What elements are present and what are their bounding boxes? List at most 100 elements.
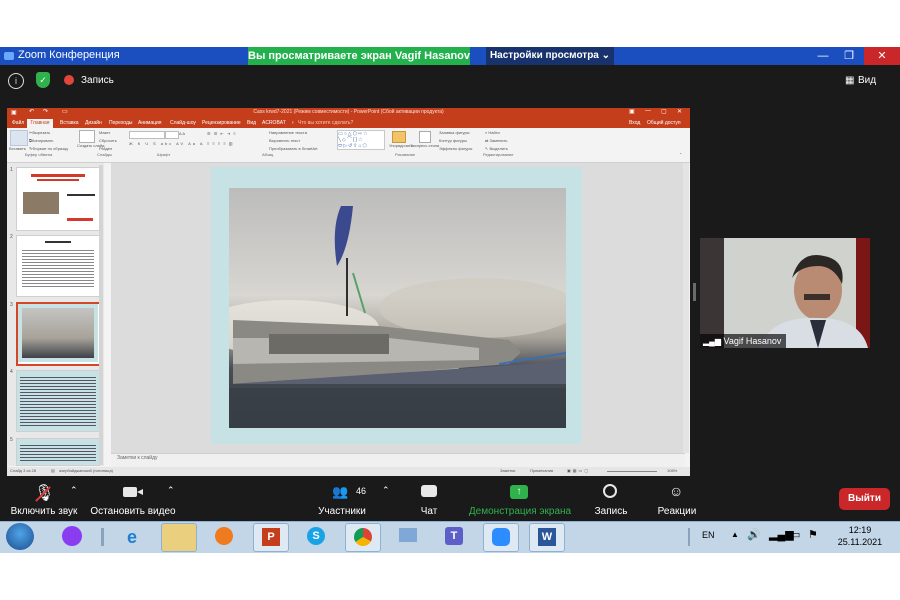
spellcheck-icon[interactable]: ▤ (51, 468, 55, 473)
align-text-button[interactable]: Выровнять текст (269, 138, 300, 143)
section-button[interactable]: Раздел (99, 146, 112, 151)
undo-icon[interactable]: ↶ (29, 108, 34, 115)
windows-start-icon[interactable] (6, 523, 34, 550)
quick-styles-label[interactable]: Экспресс-стили (410, 143, 439, 148)
close-window-button[interactable]: ✕ (864, 47, 900, 65)
font-format-buttons[interactable]: Ж К Ч S abc AV Aa A (129, 141, 205, 146)
tray-expand-icon[interactable]: ▲ (731, 530, 739, 539)
new-slide-icon[interactable] (79, 130, 95, 143)
taskbar-chrome-icon[interactable] (345, 523, 381, 552)
ribbon-options-icon[interactable]: ▣ (629, 108, 635, 115)
unmute-button-label[interactable]: Включить звук (0, 506, 88, 517)
notes-toggle[interactable]: Заметки (500, 468, 515, 473)
view-button[interactable]: Вид (858, 75, 876, 86)
share-screen-icon[interactable]: ↑ (510, 485, 528, 499)
slide-thumbnail-2[interactable] (16, 235, 100, 297)
slide-thumbnail-4[interactable] (16, 370, 100, 432)
language-indicator[interactable]: азербайджанский (латиница) (59, 468, 113, 473)
taskbar-alice-app[interactable] (55, 523, 89, 550)
paste-label[interactable]: Вставить (9, 146, 26, 151)
ppt-tell-me-search[interactable]: Что вы хотите сделать? (298, 120, 353, 126)
tab-insert[interactable]: Вставка (60, 120, 79, 126)
shape-outline-button[interactable]: Контур фигуры (439, 138, 467, 143)
copy-button[interactable]: ⧉Копировать (29, 138, 53, 143)
maximize-window-button[interactable]: ❐ (838, 47, 860, 65)
shapes-gallery[interactable]: ▭○△⬡⇨☆ ╲◇⌒{}☆ ⬭▷↺⇧⌂⬠ (337, 130, 385, 150)
ppt-share-button[interactable]: Общий доступ (647, 120, 681, 126)
ppt-close-icon[interactable]: ✕ (677, 108, 682, 115)
view-settings-button[interactable]: Настройки просмотра ⌄ (486, 47, 614, 65)
ppt-maximize-icon[interactable]: ▢ (661, 108, 667, 115)
slide-thumbnail-1[interactable] (16, 167, 100, 231)
taskbar-clock-time[interactable]: 12:19 (841, 525, 879, 535)
participants-icon[interactable]: 👥 (332, 484, 348, 500)
zoom-slider[interactable] (607, 471, 657, 472)
info-icon[interactable]: i (8, 73, 24, 89)
participant-video[interactable] (700, 238, 874, 348)
font-size-select[interactable] (165, 131, 179, 139)
stop-video-button-label[interactable]: Остановить видео (88, 506, 178, 517)
split-handle[interactable] (693, 283, 696, 301)
shape-fill-button[interactable]: Заливка фигуры (439, 130, 470, 135)
participants-options-chevron-icon[interactable]: ⌃ (382, 485, 390, 496)
share-screen-button-label[interactable]: Демонстрация экрана (464, 506, 576, 517)
record-button-icon[interactable] (603, 484, 617, 498)
comments-toggle[interactable]: Примечания (530, 468, 553, 473)
taskbar-powerpoint-icon[interactable]: P (253, 523, 289, 552)
arrange-icon[interactable] (392, 131, 406, 143)
chat-button-label[interactable]: Чат (410, 506, 448, 517)
quick-styles-icon[interactable] (419, 131, 431, 143)
tab-design[interactable]: Дизайн (85, 120, 102, 126)
tab-file[interactable]: Файл (12, 120, 24, 126)
tab-acrobat[interactable]: ACROBAT (262, 120, 286, 126)
shape-effects-button[interactable]: Эффекты фигуры (439, 146, 472, 151)
ppt-search-icon[interactable]: ♀ (291, 120, 295, 126)
taskbar-explorer-icon[interactable] (161, 523, 197, 552)
layout-button[interactable]: Макет (99, 130, 110, 135)
save-icon[interactable]: ▣ (11, 109, 17, 116)
tab-view[interactable]: Вид (247, 120, 256, 126)
volume-icon[interactable]: 🔊 (747, 528, 761, 541)
leave-meeting-button[interactable]: Выйти (839, 488, 890, 510)
tab-animation[interactable]: Анимация (138, 120, 161, 126)
catamaran-photo[interactable] (229, 188, 566, 428)
list-buttons[interactable]: ☰ ☰ ⇤ ⇥ ≡ (207, 131, 237, 136)
video-camera-icon[interactable] (123, 487, 137, 497)
notifications-icon[interactable]: ⚑ (808, 528, 818, 541)
record-button-label[interactable]: Запись (588, 506, 634, 517)
reset-button[interactable]: Сбросить (99, 138, 117, 143)
audio-options-chevron-icon[interactable]: ⌃ (70, 485, 78, 496)
select-button[interactable]: ↖ Выделить (485, 146, 508, 151)
font-grow-icon[interactable]: A A (179, 131, 185, 136)
shield-check-icon[interactable]: ✓ (36, 72, 50, 88)
zoom-percentage[interactable]: 106% (667, 468, 677, 473)
battery-icon[interactable]: ▭ (790, 528, 800, 541)
slide-thumbnail-3-selected[interactable] (16, 302, 102, 366)
slide-thumbnail-5[interactable] (16, 438, 100, 466)
smartart-button[interactable]: Преобразовать в SmartArt (269, 146, 318, 151)
record-status-label[interactable]: Запись (81, 75, 114, 86)
taskbar-teams-icon[interactable]: T (437, 523, 471, 550)
redo-icon[interactable]: ↷ (43, 108, 48, 115)
find-button[interactable]: ⌕ Найти (485, 130, 500, 135)
ppt-signin-link[interactable]: Вход (629, 120, 640, 126)
taskbar-zoom-icon[interactable] (483, 523, 519, 552)
view-mode-icons[interactable]: ▣▦▭▢ (567, 468, 590, 473)
reactions-button-label[interactable]: Реакции (652, 506, 702, 517)
chat-bubble-icon[interactable] (421, 485, 437, 497)
taskbar-word-icon[interactable]: W (529, 523, 565, 552)
participants-button-label[interactable]: Участники (309, 506, 375, 517)
thumbs-scrollbar[interactable] (99, 165, 103, 465)
taskbar-skype-icon[interactable]: S (299, 523, 333, 550)
tab-transitions[interactable]: Переходы (109, 120, 132, 126)
taskbar-notes-icon[interactable] (391, 523, 425, 550)
cut-button[interactable]: ✂Вырезать (29, 130, 50, 135)
paste-icon[interactable] (10, 130, 28, 146)
ppt-minimize-icon[interactable]: — (645, 108, 651, 114)
canvas-scrollbar[interactable] (683, 163, 689, 453)
format-painter-button[interactable]: ✎Формат по образцу (29, 146, 68, 151)
reactions-smiley-icon[interactable]: ☺ (669, 483, 683, 499)
taskbar-media-player-icon[interactable] (207, 523, 241, 550)
video-options-chevron-icon[interactable]: ⌃ (167, 485, 175, 496)
slideshow-start-icon[interactable]: ▭ (62, 108, 68, 115)
